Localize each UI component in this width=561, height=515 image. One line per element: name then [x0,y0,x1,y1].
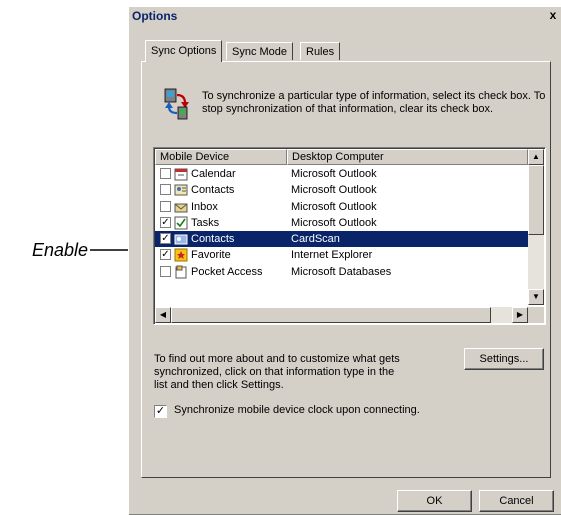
list-item-pocket-access[interactable]: Pocket Access Microsoft Databases [155,264,528,280]
inbox-icon [174,203,188,213]
scroll-down-icon[interactable]: ▼ [528,289,544,305]
column-header-mobile-device[interactable]: Mobile Device [155,149,287,165]
row-checkbox[interactable] [160,265,171,277]
contacts-icon [174,184,188,196]
favorite-icon [174,248,188,262]
row-device-label: Inbox [191,200,218,213]
list-item-tasks[interactable]: ✓ Tasks Microsoft Outlook [155,215,528,231]
ok-button[interactable]: OK [397,490,472,512]
tab-sync-mode[interactable]: Sync Mode [226,42,294,60]
row-checkbox[interactable]: ✓ [160,233,171,245]
row-desktop-label: Microsoft Outlook [291,184,377,197]
settings-button[interactable]: Settings... [464,348,544,370]
row-device-label: Contacts [191,233,235,246]
sync-icon [164,88,189,120]
row-checkbox[interactable]: ✓ [160,249,171,261]
options-dialog: Options x Sync Options Sync Mode Rules T… [128,6,561,515]
sync-items-list[interactable]: Mobile Device Desktop Computer Calendar … [153,147,546,325]
row-device-label: Favorite [191,249,231,262]
clock-sync-checkbox[interactable]: ✓ [154,405,167,418]
row-desktop-label: Microsoft Outlook [291,168,377,180]
title-bar: Options x [129,7,561,25]
row-checkbox[interactable] [160,184,171,196]
row-desktop-label: Microsoft Outlook [291,216,377,229]
vertical-scrollbar[interactable]: ▲ ▼ [528,149,544,305]
horizontal-scroll-thumb[interactable] [171,307,491,323]
cardscan-icon [174,234,188,245]
row-device-label: Contacts [191,184,235,197]
row-checkbox[interactable]: ✓ [160,216,171,228]
vertical-scroll-thumb[interactable] [528,165,544,235]
row-desktop-label: Internet Explorer [291,249,373,262]
horizontal-scrollbar[interactable]: ◀ ▶ [155,307,528,323]
close-icon[interactable]: x [546,8,560,22]
list-item-contacts[interactable]: Contacts Microsoft Outlook [155,182,528,198]
scrollbar-corner [528,307,544,323]
clock-sync-label[interactable]: Synchronize mobile device clock upon con… [174,404,420,416]
list-item-contacts-cardscan[interactable]: ✓ Contacts CardScan [155,231,528,248]
row-checkbox[interactable] [160,168,171,179]
row-device-label: Calendar [191,168,236,180]
tab-sync-options[interactable]: Sync Options [145,40,223,62]
dialog-title: Options [132,9,178,23]
settings-info-text: To find out more about and to customize … [154,353,400,391]
tasks-icon [174,216,188,230]
list-item-inbox[interactable]: Inbox Microsoft Outlook [155,199,528,215]
pocket-access-icon [175,265,187,279]
row-device-label: Pocket Access [191,265,263,278]
calendar-icon [174,168,188,181]
row-device-label: Tasks [191,216,220,229]
cancel-button[interactable]: Cancel [479,490,554,512]
scroll-up-icon[interactable]: ▲ [528,149,544,165]
row-checkbox[interactable] [160,200,171,212]
annotation-label: Enable [32,240,89,260]
instructions-text: To synchronize a particular type of info… [202,90,546,115]
list-item-favorite[interactable]: ✓ Favorite Internet Explorer [155,247,528,263]
list-item-calendar[interactable]: Calendar Microsoft Outlook [155,166,528,182]
list-header: Mobile Device Desktop Computer [155,149,528,165]
tab-rules[interactable]: Rules [300,42,341,60]
row-desktop-label: CardScan [291,233,340,246]
row-desktop-label: Microsoft Outlook [291,200,377,213]
scroll-left-icon[interactable]: ◀ [155,307,171,323]
column-header-desktop-computer[interactable]: Desktop Computer [287,149,528,165]
list-rows: Calendar Microsoft Outlook Contacts Micr… [155,166,528,280]
scroll-right-icon[interactable]: ▶ [512,307,528,323]
row-desktop-label: Microsoft Databases [291,265,392,278]
